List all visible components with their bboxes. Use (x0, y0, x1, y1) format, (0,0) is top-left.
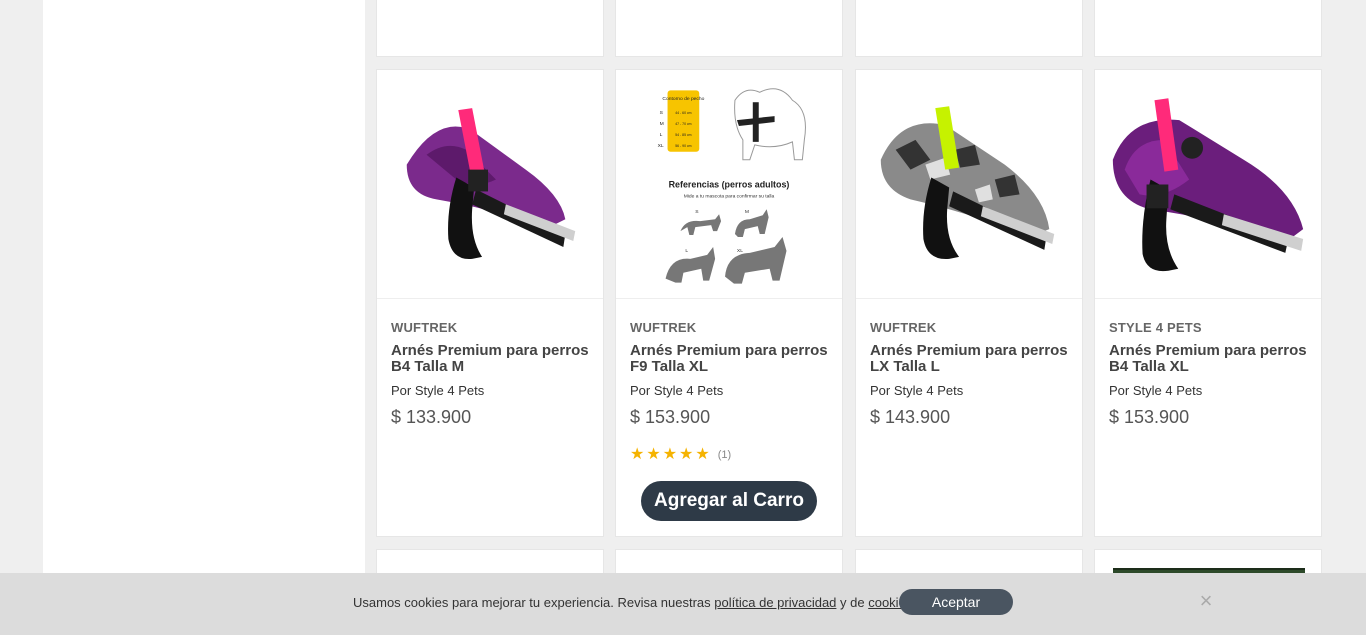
size-xl-range: 56 - 90 cm (675, 144, 691, 148)
add-to-cart-button[interactable]: Agregar al Carro (641, 481, 817, 521)
product-card[interactable]: WUFTREK Arnés Premium para perros B4 Tal… (376, 69, 604, 537)
product-card-top-4[interactable] (1094, 0, 1322, 57)
product-card[interactable]: WUFTREK Arnés Premium para perros LX Tal… (855, 69, 1083, 537)
product-brand: WUFTREK (870, 320, 937, 335)
dog-label-l: L (685, 248, 688, 254)
cookie-message: Usamos cookies para mejorar tu experienc… (353, 595, 916, 610)
product-card[interactable]: Contorno de pecho S M L XL 44 - 60 cm 47… (615, 69, 843, 537)
product-brand: WUFTREK (391, 320, 458, 335)
size-l-range: 54 - 85 cm (675, 133, 691, 137)
size-guide-subcaption: Mide a tu mascota para confirmar su tall… (684, 193, 775, 199)
size-s-range: 44 - 60 cm (675, 111, 691, 115)
product-image[interactable] (377, 70, 603, 299)
privacy-policy-link[interactable]: política de privacidad (714, 595, 836, 610)
size-m-range: 47 - 70 cm (675, 122, 691, 126)
rating-count: (1) (717, 449, 732, 461)
product-card-top-1[interactable] (376, 0, 604, 57)
size-xl-label: XL (658, 143, 664, 149)
dog-label-s: S (695, 209, 699, 215)
star-icon: ★ (695, 446, 710, 463)
product-seller: Por Style 4 Pets (630, 383, 724, 398)
product-title[interactable]: Arnés Premium para perros B4 Talla XL (1109, 343, 1314, 375)
product-card-top-3[interactable] (855, 0, 1083, 57)
star-icon: ★ (630, 446, 645, 463)
product-title[interactable]: Arnés Premium para perros LX Talla L (870, 343, 1075, 375)
product-brand: STYLE 4 PETS (1109, 320, 1202, 335)
product-title[interactable]: Arnés Premium para perros F9 Talla XL (630, 343, 835, 375)
cookie-banner: Usamos cookies para mejorar tu experienc… (0, 573, 1366, 635)
product-seller: Por Style 4 Pets (870, 383, 964, 398)
dog-label-xl: XL (737, 248, 743, 254)
dog-label-m: M (745, 209, 749, 215)
cookie-text-start: Usamos cookies para mejorar tu experienc… (353, 595, 715, 610)
product-image[interactable] (856, 70, 1082, 299)
product-title[interactable]: Arnés Premium para perros B4 Talla M (391, 343, 596, 375)
close-icon[interactable]: × (1196, 590, 1216, 612)
accept-cookies-button[interactable]: Aceptar (899, 589, 1013, 615)
product-card[interactable]: STYLE 4 PETS Arnés Premium para perros B… (1094, 69, 1322, 537)
product-card-top-2[interactable] (615, 0, 843, 57)
product-price: $ 153.900 (630, 407, 711, 427)
star-icon: ★ (646, 446, 661, 463)
product-seller: Por Style 4 Pets (1109, 383, 1203, 398)
size-s-label: S (660, 110, 664, 116)
product-price: $ 143.900 (870, 407, 951, 427)
cookie-text-middle: y de (836, 595, 869, 610)
product-seller: Por Style 4 Pets (391, 383, 485, 398)
rating-stars: ★ ★ ★ ★ ★ (1) (630, 447, 731, 463)
star-icon: ★ (679, 446, 694, 463)
size-m-label: M (660, 121, 664, 127)
product-image[interactable]: Contorno de pecho S M L XL 44 - 60 cm 47… (616, 70, 842, 299)
size-guide-header: Contorno de pecho (662, 96, 704, 102)
size-l-label: L (660, 132, 663, 138)
size-guide-caption: Referencias (perros adultos) (669, 179, 790, 189)
product-price: $ 153.900 (1109, 407, 1190, 427)
product-price: $ 133.900 (391, 407, 472, 427)
filter-sidebar (43, 0, 365, 635)
product-brand: WUFTREK (630, 320, 697, 335)
star-icon: ★ (662, 446, 678, 463)
product-image[interactable] (1095, 70, 1321, 299)
